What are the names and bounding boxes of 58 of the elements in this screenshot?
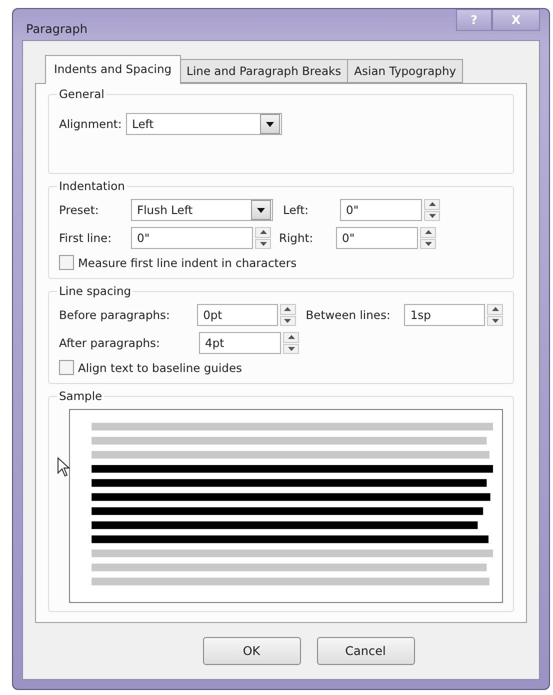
dropdown-button[interactable] — [260, 114, 280, 134]
down-arrow-icon — [424, 242, 432, 246]
cancel-button[interactable]: Cancel — [316, 637, 414, 665]
field-label: Before paragraphs: — [59, 308, 171, 322]
field-label: Between lines: — [306, 308, 392, 322]
down-arrow-icon — [260, 242, 266, 246]
caret-icon — [266, 122, 274, 126]
spin-up-button[interactable] — [420, 227, 436, 238]
tab[interactable]: Indents and Spacing — [45, 55, 181, 84]
input-field[interactable]: 0" — [340, 199, 422, 221]
down-arrow-icon — [492, 318, 499, 323]
checkbox[interactable] — [59, 255, 74, 270]
up-arrow-icon — [424, 230, 432, 234]
down-arrow-icon — [284, 318, 292, 323]
spin-down-button[interactable] — [280, 316, 296, 326]
group-title: Indentation — [57, 179, 127, 193]
spin-down-button[interactable] — [255, 238, 271, 249]
ok-button[interactable]: OK — [202, 637, 300, 665]
input-field[interactable]: 0" — [131, 227, 253, 249]
input-field[interactable]: 4pt — [199, 332, 281, 354]
spin-down-button[interactable] — [283, 344, 299, 354]
field-label: Preset: — [59, 203, 100, 217]
dropdown-button[interactable] — [251, 200, 271, 220]
down-arrow-icon — [428, 214, 436, 218]
up-arrow-icon — [260, 230, 266, 234]
spin-up-button[interactable] — [283, 332, 299, 342]
dropdown-field[interactable]: Flush Left — [131, 199, 273, 221]
spin-down-button[interactable] — [424, 210, 440, 221]
field-label: Alignment: — [59, 117, 123, 131]
checkbox-label: Align text to baseline guides — [78, 360, 244, 374]
spin-up-button[interactable] — [280, 304, 296, 314]
down-arrow-icon — [288, 346, 294, 351]
spin-up-button[interactable] — [424, 199, 440, 210]
input-field[interactable]: 0pt — [197, 304, 278, 326]
spin-down-button[interactable] — [487, 316, 504, 326]
up-arrow-icon — [492, 307, 499, 312]
group-title: General — [57, 87, 106, 101]
spin-up-button[interactable] — [487, 304, 504, 314]
field-label: Left: — [283, 203, 310, 217]
tab[interactable]: Line and Paragraph Breaks — [180, 59, 348, 83]
checkbox-label: Measure first line indent in characters — [78, 256, 298, 270]
group-title: Line spacing — [57, 284, 134, 298]
up-arrow-icon — [284, 307, 292, 312]
tab[interactable]: Asian Typography — [347, 59, 464, 83]
group-title: Sample — [57, 389, 104, 403]
input-field[interactable]: 1sp — [404, 304, 486, 326]
field-label: First line: — [59, 231, 112, 245]
input-field[interactable]: 0" — [336, 227, 418, 249]
checkbox[interactable] — [59, 360, 74, 375]
window-title: Paragraph — [26, 22, 88, 36]
spin-down-button[interactable] — [420, 238, 436, 249]
field-label: After paragraphs: — [59, 336, 161, 350]
field-label: Right: — [279, 231, 314, 245]
caret-icon — [257, 208, 265, 212]
up-arrow-icon — [288, 335, 294, 340]
dropdown-field[interactable]: Left — [126, 113, 282, 135]
up-arrow-icon — [428, 202, 436, 206]
spin-up-button[interactable] — [255, 227, 271, 238]
